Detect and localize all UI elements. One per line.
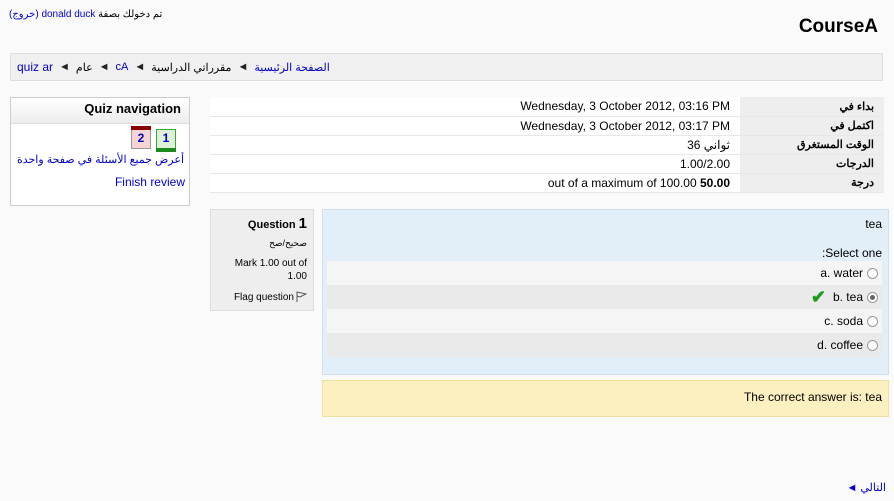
flag-question-label[interactable]: Flag question [234, 292, 294, 303]
course-title: CourseA [798, 16, 878, 37]
user-name-link[interactable]: donald duck [41, 9, 95, 20]
question-state: صحيح/صح [269, 238, 307, 248]
summary-row: 1.00/2.00 الدرجات [210, 154, 884, 174]
summary-row: out of a maximum of 100.00 50.00 درجة [210, 173, 884, 193]
grade-value: 50.00 [699, 175, 730, 190]
quiz-navigation-block: Quiz navigation 2 1 أعرض جميع الأسئلة في… [10, 97, 190, 206]
question-text: tea [865, 217, 882, 231]
answer-option[interactable]: a. water [327, 261, 882, 285]
summary-value: Wednesday, 3 October 2012, 03:16 PM [210, 97, 740, 117]
summary-row: Wednesday, 3 October 2012, 03:17 PM اكتم… [210, 116, 884, 136]
select-one-prompt: Select one: [821, 246, 882, 260]
answer-radio[interactable] [867, 315, 878, 327]
login-info: تم دخولك بصفة donald duck (خروج) [9, 9, 162, 20]
summary-label: الدرجات [740, 154, 884, 174]
summary-label: الوقت المستغرق [740, 135, 884, 155]
next-label[interactable]: التالي [860, 482, 886, 494]
breadcrumb-separator: ◄ [59, 61, 70, 73]
logout-link[interactable]: (خروج) [9, 9, 39, 20]
summary-label: اكتمل في [740, 116, 884, 136]
summary-row: Wednesday, 3 October 2012, 03:16 PM بداء… [210, 97, 884, 117]
question-number: Question 1 [215, 215, 307, 232]
question-2-button[interactable]: 2 [131, 126, 151, 149]
summary-label: بداء في [740, 97, 884, 117]
answer-option[interactable]: c. soda [327, 309, 882, 333]
question-content: tea Select one: a. water ✔ b. tea c. sod… [322, 209, 889, 375]
question-label: Question [247, 219, 296, 231]
review-summary-table: Wednesday, 3 October 2012, 03:16 PM بداء… [210, 97, 884, 193]
quiz-navigation-title: Quiz navigation [11, 98, 189, 124]
breadcrumb-section[interactable]: عام [76, 61, 93, 74]
answer-option[interactable]: d. coffee [327, 333, 882, 357]
flag-question[interactable]: Flag question [215, 291, 307, 303]
answer-label[interactable]: a. water [820, 266, 863, 280]
answer-label[interactable]: b. tea [833, 290, 863, 304]
question-1-button[interactable]: 1 [156, 129, 176, 152]
breadcrumb-home[interactable]: الصفحة الرئيسية [254, 61, 329, 74]
summary-value: 1.00/2.00 [210, 154, 740, 174]
summary-row: 36 ثواني الوقت المستغرق [210, 135, 884, 155]
answer-radio[interactable] [867, 267, 878, 279]
summary-value: Wednesday, 3 October 2012, 03:17 PM [210, 116, 740, 136]
breadcrumb: الصفحة الرئيسية ◄ مقرراتي الدراسية ◄ cA … [10, 53, 883, 81]
question-grade: Mark 1.00 out of 1.00 [234, 258, 307, 282]
answer-label[interactable]: d. coffee [817, 338, 863, 352]
answer-label[interactable]: c. soda [824, 314, 863, 328]
next-page-link[interactable]: التالي ◄ [846, 481, 886, 494]
question-info: Question 1 صحيح/صح Mark 1.00 out of 1.00… [210, 209, 314, 311]
answer-list: a. water ✔ b. tea c. soda d. coffee [327, 261, 882, 357]
breadcrumb-separator: ◄ [237, 61, 249, 73]
answer-radio-selected[interactable] [867, 291, 878, 303]
question-number-value: 1 [298, 215, 307, 232]
finish-review-link[interactable]: Finish review [11, 166, 189, 189]
summary-value: 36 ثواني [210, 135, 740, 155]
correct-answer-feedback: The correct answer is: tea [322, 380, 889, 417]
answer-option[interactable]: ✔ b. tea [327, 285, 882, 309]
summary-label: درجة [740, 173, 884, 193]
breadcrumb-separator: ◄ [98, 61, 110, 73]
breadcrumb-quiz[interactable]: quiz ar [17, 60, 53, 74]
grade-max-text: out of a maximum of 100.00 [547, 175, 697, 190]
login-prefix: تم دخولك بصفة [98, 9, 163, 20]
correct-check-icon: ✔ [810, 287, 826, 307]
breadcrumb-course[interactable]: cA [116, 61, 129, 73]
answer-radio[interactable] [867, 339, 878, 351]
next-arrow-icon[interactable]: ◄ [846, 482, 857, 494]
quiz-navigation-buttons: 2 1 [11, 124, 189, 152]
breadcrumb-separator: ◄ [134, 61, 146, 73]
summary-value: out of a maximum of 100.00 50.00 [210, 173, 740, 193]
flag-icon[interactable] [296, 291, 307, 303]
breadcrumb-my-courses[interactable]: مقرراتي الدراسية [151, 61, 231, 74]
